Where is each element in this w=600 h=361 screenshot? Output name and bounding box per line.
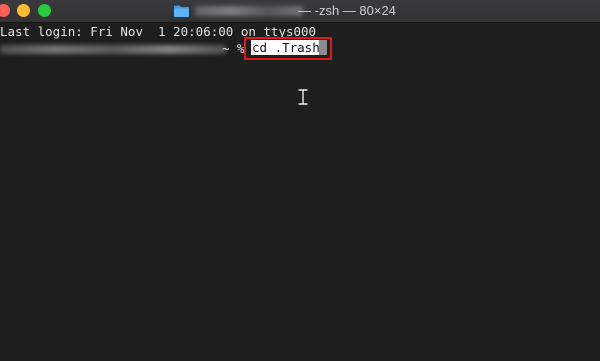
folder-icon <box>174 5 189 17</box>
typed-command[interactable]: cd .Trash <box>251 40 321 55</box>
redacted-prompt <box>0 45 226 54</box>
text-cursor-icon <box>298 89 308 105</box>
redacted-title <box>195 6 303 16</box>
window-title: — -zsh — 80×24 <box>298 3 396 18</box>
close-button[interactable] <box>0 4 10 17</box>
terminal-content[interactable]: Last login: Fri Nov 1 20:06:00 on ttys00… <box>0 23 600 361</box>
prompt-symbol: ~ % <box>222 41 245 56</box>
minimize-button[interactable] <box>17 4 30 17</box>
zoom-button[interactable] <box>38 4 51 17</box>
terminal-window: — -zsh — 80×24 Last login: Fri Nov 1 20:… <box>0 0 600 361</box>
terminal-cursor <box>319 40 327 55</box>
title-bar[interactable]: — -zsh — 80×24 <box>0 0 600 23</box>
